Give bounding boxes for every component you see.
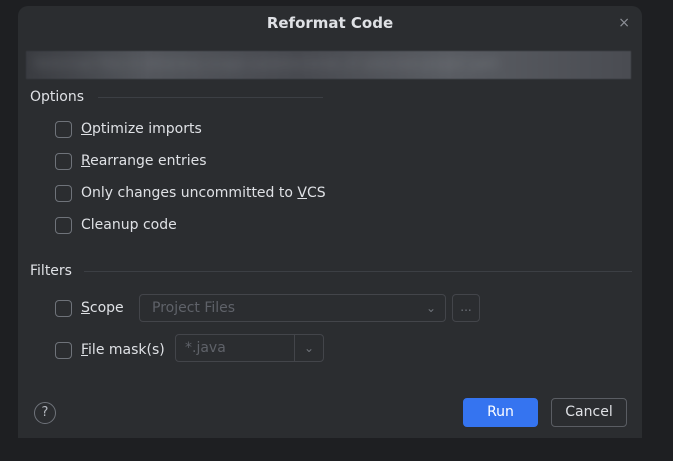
- blurred-path-bar: Reformat files in directory scope subdir…: [26, 51, 631, 79]
- close-icon[interactable]: ×: [618, 16, 630, 30]
- optimize-imports-option[interactable]: Optimize imports: [55, 119, 202, 139]
- file-mask-checkbox[interactable]: [55, 341, 72, 359]
- rearrange-entries-option[interactable]: Rearrange entries: [55, 151, 207, 171]
- scope-dropdown[interactable]: Project Files ⌄: [139, 294, 446, 322]
- options-section-label: Options: [30, 89, 85, 105]
- chevron-down-icon: ⌄: [303, 341, 315, 355]
- rearrange-entries-checkbox[interactable]: [55, 152, 72, 170]
- cleanup-code-label: Cleanup code: [81, 217, 177, 233]
- dialog-title: Reformat Code: [266, 14, 394, 32]
- optimize-imports-checkbox[interactable]: [55, 120, 72, 138]
- vcs-changes-option[interactable]: Only changes uncommitted to VCS: [55, 183, 326, 203]
- cleanup-code-checkbox[interactable]: [55, 216, 72, 234]
- title-bar: Reformat Code ×: [18, 6, 642, 42]
- scope-option[interactable]: Scope: [55, 298, 124, 318]
- help-icon[interactable]: ?: [34, 402, 56, 424]
- scope-browse-button[interactable]: ...: [452, 294, 480, 322]
- file-mask-option[interactable]: File mask(s): [55, 340, 165, 360]
- vcs-changes-label: Only changes uncommitted to VCS: [81, 185, 326, 201]
- scope-label: Scope: [81, 300, 124, 316]
- path-text: Reformat files in directory scope subdir…: [34, 57, 500, 72]
- options-divider: [98, 97, 323, 98]
- scope-checkbox[interactable]: [55, 299, 72, 317]
- cleanup-code-option[interactable]: Cleanup code: [55, 215, 177, 235]
- file-mask-label: File mask(s): [81, 342, 165, 358]
- filters-divider: [84, 271, 632, 272]
- rearrange-entries-label: Rearrange entries: [81, 153, 207, 169]
- chevron-down-icon: ⌄: [425, 301, 437, 315]
- filters-section-label: Filters: [30, 263, 72, 279]
- cancel-button[interactable]: Cancel: [551, 398, 627, 427]
- optimize-imports-label: Optimize imports: [81, 121, 202, 137]
- file-mask-dropdown[interactable]: *.java ⌄: [175, 334, 324, 362]
- vcs-changes-checkbox[interactable]: [55, 184, 72, 202]
- run-button[interactable]: Run: [463, 398, 538, 427]
- file-mask-value: *.java: [185, 340, 226, 356]
- scope-dropdown-value: Project Files: [152, 300, 236, 316]
- reformat-code-dialog: Reformat Code × Reformat files in direct…: [18, 6, 642, 438]
